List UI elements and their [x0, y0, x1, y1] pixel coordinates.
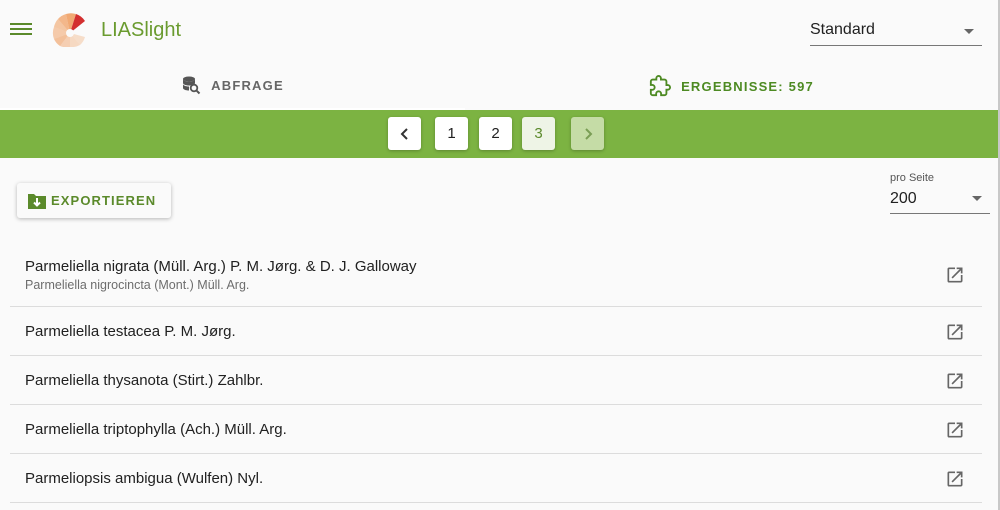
export-button[interactable]: EXPORTIEREN [17, 183, 171, 218]
open-in-new-icon[interactable] [945, 322, 965, 342]
tab-ergebnisse-label: ERGEBNISSE: 597 [681, 78, 814, 94]
result-synonym: Parmeliella nigrocincta (Mont.) Müll. Ar… [25, 278, 250, 292]
result-name: Parmeliella testacea P. M. Jørg. [25, 323, 236, 340]
puzzle-icon [649, 75, 672, 97]
open-in-new-icon[interactable] [945, 371, 965, 391]
chevron-left-icon [400, 127, 408, 140]
open-in-new-icon[interactable] [945, 265, 965, 285]
result-name: Parmeliopsis ambigua (Wulfen) Nyl. [25, 470, 264, 487]
result-name: Parmeliella triptophylla (Ach.) Müll. Ar… [25, 421, 287, 438]
pagination-bar: 1 2 3 [0, 110, 998, 158]
page-2-button[interactable]: 2 [479, 117, 512, 150]
open-in-new-icon[interactable] [945, 420, 965, 440]
tab-abfrage[interactable]: ABFRAGE [0, 62, 465, 110]
per-page-select[interactable]: pro Seite 200 [890, 170, 990, 214]
tab-abfrage-label: ABFRAGE [211, 77, 284, 93]
page-1-button[interactable]: 1 [435, 117, 468, 150]
dropdown-arrow-icon [972, 196, 982, 201]
tab-ergebnisse[interactable]: ERGEBNISSE: 597 [465, 62, 998, 110]
results-list: Parmeliella nigrata (Müll. Arg.) P. M. J… [10, 243, 982, 503]
result-name: Parmeliella thysanota (Stirt.) Zahlbr. [25, 372, 264, 389]
folder-download-icon [28, 193, 46, 209]
result-name: Parmeliella nigrata (Müll. Arg.) P. M. J… [25, 258, 417, 275]
list-item[interactable]: Parmeliopsis ambigua (Wulfen) Nyl. [10, 454, 982, 503]
page-3-button[interactable]: 3 [522, 117, 555, 150]
list-item[interactable]: Parmeliella triptophylla (Ach.) Müll. Ar… [10, 405, 982, 454]
standard-select[interactable]: Standard [810, 18, 982, 46]
select-underline [890, 213, 990, 214]
app-logo-icon [52, 13, 85, 47]
open-in-new-icon[interactable] [945, 469, 965, 489]
database-search-icon [183, 76, 201, 95]
tab-bar: ABFRAGE ERGEBNISSE: 597 [0, 62, 998, 110]
app-title: LIASlight [101, 19, 182, 41]
previous-page-button[interactable] [388, 117, 421, 150]
app-toolbar: LIASlight Standard [0, 0, 998, 62]
standard-select-value: Standard [810, 21, 875, 38]
list-item[interactable]: Parmeliella nigrata (Müll. Arg.) P. M. J… [10, 243, 982, 307]
export-button-label: EXPORTIEREN [51, 193, 157, 208]
next-page-button[interactable] [571, 117, 604, 150]
chevron-right-icon [584, 127, 592, 140]
per-page-label: pro Seite [890, 172, 935, 184]
list-item[interactable]: Parmeliella thysanota (Stirt.) Zahlbr. [10, 356, 982, 405]
dropdown-arrow-icon [964, 29, 974, 34]
hamburger-menu-icon[interactable] [10, 20, 32, 40]
list-item[interactable]: Parmeliella testacea P. M. Jørg. [10, 307, 982, 356]
per-page-value: 200 [890, 190, 917, 207]
